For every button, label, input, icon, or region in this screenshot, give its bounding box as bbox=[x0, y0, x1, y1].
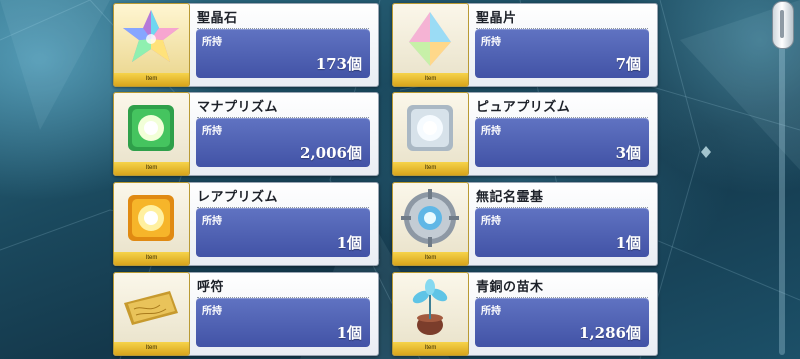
owned-count: 173個 bbox=[315, 55, 362, 73]
item-thumbnail: Item bbox=[113, 92, 190, 176]
bronze-sapling-icon bbox=[412, 279, 448, 335]
owned-label: 所持 bbox=[481, 37, 501, 48]
owned-label: 所持 bbox=[202, 126, 222, 137]
owned-panel: 所持 1個 bbox=[196, 208, 370, 257]
item-name: 呼符 bbox=[197, 276, 369, 298]
item-tag: Item bbox=[393, 342, 468, 355]
item-tag: Item bbox=[114, 252, 189, 265]
owned-count: 2,006個 bbox=[300, 144, 362, 162]
owned-count: 7個 bbox=[615, 55, 641, 73]
owned-label: 所持 bbox=[481, 306, 501, 317]
unregistered-spirit-origin-icon bbox=[401, 189, 459, 247]
item-name: 聖晶石 bbox=[197, 7, 369, 29]
item-tag: Item bbox=[393, 162, 468, 175]
item-card-pure-prism[interactable]: Item ピュアプリズム 所持 3個 bbox=[392, 92, 658, 176]
item-thumbnail: Item bbox=[113, 272, 190, 356]
owned-count: 1個 bbox=[336, 324, 362, 342]
item-name: ピュアプリズム bbox=[476, 96, 648, 118]
owned-panel: 所持 1個 bbox=[196, 298, 370, 347]
item-name: マナプリズム bbox=[197, 96, 369, 118]
owned-panel: 所持 2,006個 bbox=[196, 118, 370, 167]
item-tag: Item bbox=[114, 342, 189, 355]
item-card-saint-quartz[interactable]: Item 聖晶石 所持 173個 bbox=[113, 3, 379, 87]
quartz-fragment-icon bbox=[409, 12, 451, 66]
owned-count: 1,286個 bbox=[579, 324, 641, 342]
item-card-mana-prism[interactable]: Item マナプリズム 所持 2,006個 bbox=[113, 92, 379, 176]
item-thumbnail: Item bbox=[392, 3, 469, 87]
item-tag: Item bbox=[393, 73, 468, 86]
scrollbar-track[interactable] bbox=[779, 4, 785, 355]
item-tag: Item bbox=[393, 252, 468, 265]
item-tag: Item bbox=[114, 162, 189, 175]
item-thumbnail: Item bbox=[392, 182, 469, 266]
rare-prism-icon bbox=[128, 195, 174, 241]
owned-label: 所持 bbox=[481, 126, 501, 137]
item-thumbnail: Item bbox=[392, 92, 469, 176]
owned-label: 所持 bbox=[202, 37, 222, 48]
item-thumbnail: Item bbox=[113, 182, 190, 266]
item-thumbnail: Item bbox=[392, 272, 469, 356]
mana-prism-icon bbox=[128, 105, 174, 151]
owned-count: 1個 bbox=[336, 234, 362, 252]
item-name: レアプリズム bbox=[197, 186, 369, 208]
summon-ticket-icon bbox=[124, 291, 178, 325]
owned-panel: 所持 3個 bbox=[475, 118, 649, 167]
scrollbar[interactable] bbox=[771, 0, 794, 359]
item-card-bronze-sapling[interactable]: Item 青銅の苗木 所持 1,286個 bbox=[392, 272, 658, 356]
owned-panel: 所持 173個 bbox=[196, 29, 370, 78]
item-name: 聖晶片 bbox=[476, 7, 648, 29]
owned-label: 所持 bbox=[202, 306, 222, 317]
item-card-summon-ticket[interactable]: Item 呼符 所持 1個 bbox=[113, 272, 379, 356]
owned-label: 所持 bbox=[481, 216, 501, 227]
owned-panel: 所持 1個 bbox=[475, 208, 649, 257]
item-name: 無記名霊基 bbox=[476, 186, 648, 208]
owned-label: 所持 bbox=[202, 216, 222, 227]
owned-panel: 所持 7個 bbox=[475, 29, 649, 78]
saint-quartz-icon bbox=[123, 10, 179, 62]
owned-count: 1個 bbox=[615, 234, 641, 252]
item-name: 青銅の苗木 bbox=[476, 276, 648, 298]
pure-prism-icon bbox=[407, 105, 453, 151]
scrollbar-thumb[interactable] bbox=[772, 1, 794, 49]
item-thumbnail: Item bbox=[113, 3, 190, 87]
item-card-unregistered-spirit-origin[interactable]: Item 無記名霊基 所持 1個 bbox=[392, 182, 658, 266]
owned-panel: 所持 1,286個 bbox=[475, 298, 649, 347]
item-card-quartz-fragment[interactable]: Item 聖晶片 所持 7個 bbox=[392, 3, 658, 87]
owned-count: 3個 bbox=[615, 144, 641, 162]
item-card-rare-prism[interactable]: Item レアプリズム 所持 1個 bbox=[113, 182, 379, 266]
item-tag: Item bbox=[114, 73, 189, 86]
